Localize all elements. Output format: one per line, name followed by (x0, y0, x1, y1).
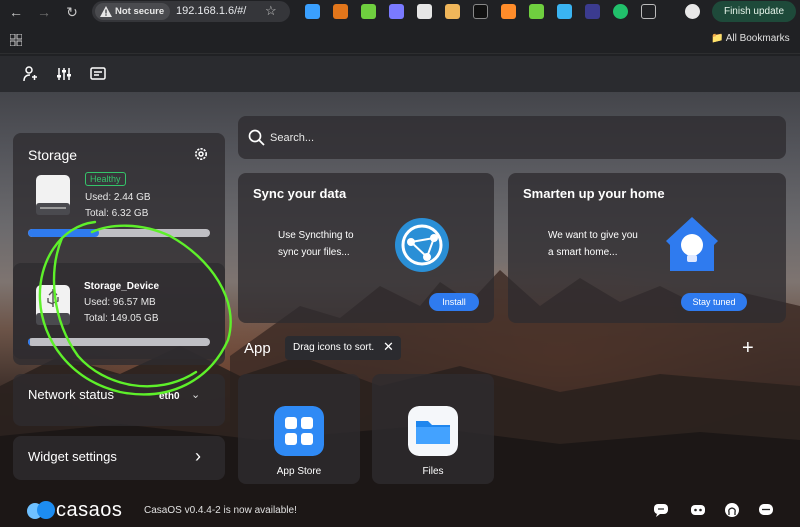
disk-used: Used: 96.57 MB (84, 297, 156, 308)
bookmark-star-icon[interactable]: ☆ (265, 3, 277, 19)
extension-icon[interactable] (389, 4, 404, 19)
status-badge: Healthy (85, 172, 126, 186)
smart-home-title: Smarten up your home (523, 186, 665, 201)
extension-icon[interactable] (529, 4, 544, 19)
network-status-title: Network status (28, 387, 114, 402)
chat-icon[interactable] (653, 502, 669, 518)
extension-icon[interactable] (417, 4, 432, 19)
account-icon[interactable] (22, 66, 38, 82)
reload-icon[interactable]: ↻ (63, 3, 81, 21)
back-arrow-icon[interactable]: ← (7, 3, 25, 21)
sync-promo-card: Sync your data Use Syncthing to sync you… (238, 173, 494, 323)
close-icon[interactable]: ✕ (383, 339, 394, 355)
drag-hint-tooltip: Drag icons to sort. ✕ (285, 336, 401, 360)
app-name: Files (422, 466, 444, 477)
disk-usage-fill (28, 229, 99, 237)
disk-usage-fill (28, 338, 30, 346)
interface-selector[interactable]: eth0 (159, 391, 180, 402)
disk-total: Total: 149.05 GB (84, 313, 159, 324)
sliders-icon[interactable] (56, 66, 72, 82)
stay-tuned-button[interactable]: Stay tuned (681, 293, 747, 311)
discord-icon[interactable] (690, 502, 706, 518)
usb-drive-icon (36, 285, 70, 325)
extension-icon[interactable] (501, 4, 516, 19)
extension-icon[interactable] (305, 4, 320, 19)
hard-drive-icon (36, 175, 70, 215)
finish-update-button[interactable]: Finish update (712, 1, 796, 22)
apps-section-title: App (244, 340, 271, 357)
all-bookmarks-label: All Bookmarks (725, 33, 790, 44)
disk-usage-bar (28, 338, 210, 346)
app-store-icon (274, 406, 324, 456)
search-input[interactable] (270, 128, 750, 148)
bookmarks-bar: 📁 All Bookmarks (0, 26, 800, 54)
device-name: Storage_Device (84, 281, 160, 292)
storage-title: Storage (28, 147, 78, 163)
smart-home-text-line1: We want to give you (548, 230, 638, 241)
extension-icon[interactable] (445, 4, 460, 19)
omnibox[interactable]: Not secure 192.168.1.6/#/ (92, 1, 290, 22)
sync-title: Sync your data (253, 186, 347, 201)
smart-home-text-line2: a smart home... (548, 247, 618, 258)
folder-icon: 📁 (711, 33, 724, 44)
gear-icon[interactable] (193, 146, 209, 162)
extension-icon[interactable] (557, 4, 572, 19)
security-indicator[interactable]: Not secure (95, 3, 171, 20)
syncthing-icon (395, 218, 449, 272)
brand-name: casaos (56, 499, 123, 521)
widget-settings-label: Widget settings (28, 449, 117, 464)
disk-usage-bar (28, 229, 210, 237)
casaos-logo-icon (27, 501, 55, 519)
smart-home-icon (666, 217, 718, 271)
folder-icon (408, 406, 458, 456)
chevron-down-icon[interactable]: ⌄ (191, 388, 200, 401)
all-bookmarks-button[interactable]: 📁 All Bookmarks (711, 33, 790, 44)
metamask-extension-icon[interactable] (333, 4, 348, 19)
version-notice[interactable]: CasaOS v0.4.4-2 is now available! (144, 505, 297, 516)
casaos-dashboard: Storage Healthy Used: 2.44 GB Total: 6.3… (0, 56, 800, 527)
browser-chrome: ← → ↻ Not secure 192.168.1.6/#/ ☆ Finish… (0, 0, 800, 56)
profile-avatar-icon[interactable] (685, 4, 700, 19)
tooltip-text: Drag icons to sort. (293, 342, 375, 353)
smart-home-promo-card: Smarten up your home We want to give you… (508, 173, 786, 323)
app-name: App Store (276, 466, 322, 477)
widget-settings-button[interactable]: Widget settings › (13, 436, 225, 480)
feedback-icon[interactable] (758, 502, 774, 518)
storage-device-widget: Storage_Device Used: 96.57 MB Total: 149… (13, 263, 225, 359)
extension-icon[interactable] (361, 4, 376, 19)
top-toolbar (0, 56, 800, 92)
disk-used: Used: 2.44 GB (85, 192, 151, 203)
sync-text-line2: sync your files... (278, 247, 350, 258)
network-status-widget: Network status eth0 ⌄ (13, 374, 225, 426)
sync-text-line1: Use Syncthing to (278, 230, 354, 241)
footer: casaos CasaOS v0.4.4-2 is now available! (0, 493, 800, 527)
install-button[interactable]: Install (429, 293, 479, 311)
extension-icon[interactable] (585, 4, 600, 19)
search-bar (238, 116, 786, 159)
extensions-puzzle-icon[interactable] (641, 4, 656, 19)
github-icon[interactable] (724, 502, 740, 518)
extension-icon[interactable] (613, 4, 628, 19)
app-tile-app-store[interactable]: App Store (238, 374, 360, 484)
forward-arrow-icon[interactable]: → (35, 3, 53, 21)
disk-total: Total: 6.32 GB (85, 208, 149, 219)
app-tile-files[interactable]: Files (372, 374, 494, 484)
terminal-icon[interactable] (90, 66, 106, 82)
url-text[interactable]: 192.168.1.6/#/ (176, 1, 246, 22)
security-label: Not secure (115, 6, 165, 17)
add-app-icon[interactable]: + (742, 337, 754, 360)
address-bar-row: ← → ↻ Not secure 192.168.1.6/#/ ☆ Finish… (0, 0, 800, 24)
warning-icon (100, 6, 112, 17)
chevron-right-icon: › (195, 446, 201, 466)
extension-icon[interactable] (473, 4, 488, 19)
apps-grid-icon[interactable] (10, 34, 22, 46)
search-icon (248, 129, 265, 146)
